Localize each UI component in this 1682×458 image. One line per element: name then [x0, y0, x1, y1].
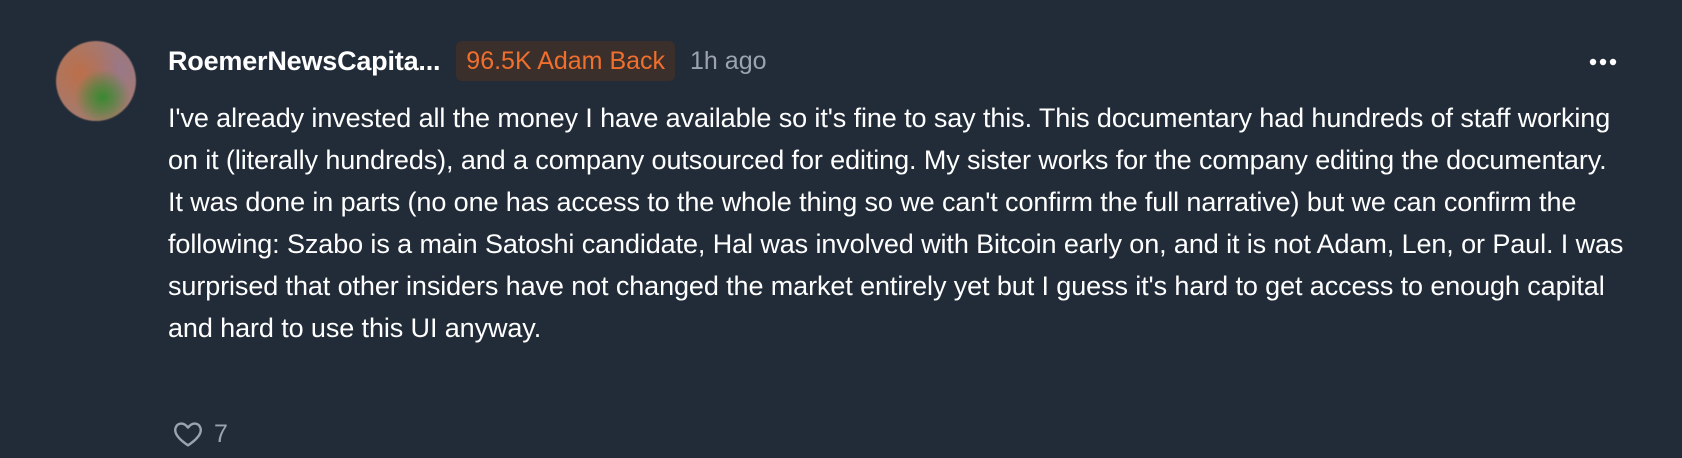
more-horizontal-icon [1589, 58, 1617, 66]
avatar[interactable] [56, 41, 136, 121]
comment-card: RoemerNewsCapita... 96.5K Adam Back 1h a… [0, 0, 1682, 458]
timestamp: 1h ago [690, 46, 767, 75]
comment-header: RoemerNewsCapita... 96.5K Adam Back 1h a… [168, 40, 767, 82]
username[interactable]: RoemerNewsCapita... [168, 46, 440, 77]
like-row: 7 [170, 415, 228, 453]
like-count: 7 [214, 419, 228, 448]
more-options-button[interactable] [1586, 48, 1620, 76]
holdings-badge[interactable]: 96.5K Adam Back [456, 41, 676, 81]
heart-icon [174, 422, 202, 447]
comment-text: I've already invested all the money I ha… [168, 103, 1624, 343]
like-button[interactable] [170, 416, 206, 452]
